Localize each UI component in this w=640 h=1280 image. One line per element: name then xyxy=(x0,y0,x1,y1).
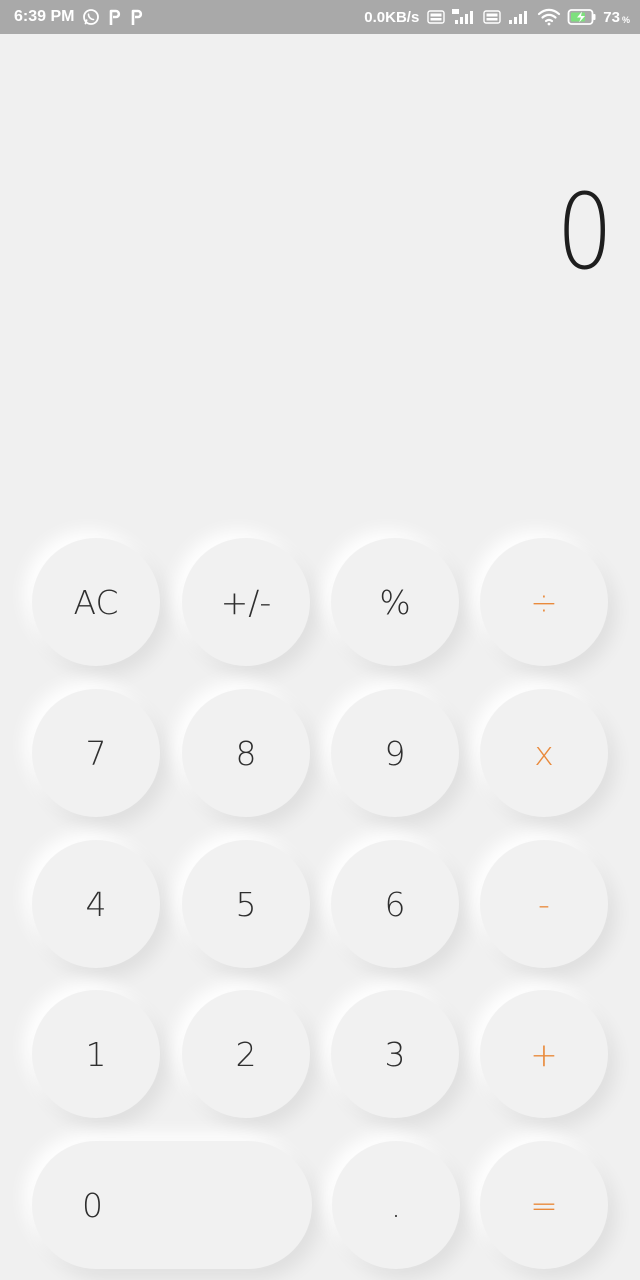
digit-9-label: 9 xyxy=(384,733,406,773)
add-button[interactable]: + xyxy=(480,990,608,1118)
equals-button[interactable]: = xyxy=(480,1141,608,1269)
digit-4-button[interactable]: 4 xyxy=(32,840,160,968)
digit-1-button[interactable]: 1 xyxy=(32,990,160,1118)
digit-0-button[interactable]: 0 xyxy=(32,1141,312,1269)
toggle-sign-button[interactable]: +/- xyxy=(182,538,310,666)
status-time: 6:39 PM xyxy=(14,8,75,25)
digit-7-button[interactable]: 7 xyxy=(32,689,160,817)
signal-4g-icon xyxy=(451,8,477,26)
signal-icon xyxy=(507,8,531,26)
subtract-button-label: - xyxy=(538,884,550,924)
battery-charging-icon xyxy=(567,8,597,26)
wifi-icon xyxy=(537,8,561,26)
digit-4-label: 4 xyxy=(85,884,107,924)
divide-button-label: ÷ xyxy=(530,582,558,622)
clear-button[interactable]: AC xyxy=(32,538,160,666)
percent-button[interactable]: % xyxy=(331,538,459,666)
digit-6-label: 6 xyxy=(384,884,406,924)
clear-button-label: AC xyxy=(73,582,119,622)
percent-button-label: % xyxy=(379,582,411,622)
digit-2-label: 2 xyxy=(235,1034,257,1074)
multiply-button-label: x xyxy=(534,733,554,773)
result-display: 0 xyxy=(547,180,614,284)
digit-9-button[interactable]: 9 xyxy=(331,689,459,817)
toggle-sign-button-label: +/- xyxy=(220,582,272,622)
digit-7-label: 7 xyxy=(85,733,107,773)
digit-1-label: 1 xyxy=(85,1034,107,1074)
digit-3-button[interactable]: 3 xyxy=(331,990,459,1118)
p-app-icon xyxy=(130,8,144,26)
battery-percent: 73 xyxy=(603,8,620,26)
digit-8-label: 8 xyxy=(235,733,257,773)
multiply-button[interactable]: x xyxy=(480,689,608,817)
status-bar-left: 6:39 PM xyxy=(14,0,144,34)
subtract-button[interactable]: - xyxy=(480,840,608,968)
decimal-button[interactable]: . xyxy=(332,1141,460,1269)
status-bar: 6:39 PM 0.0KB/s 73 % xyxy=(0,0,640,34)
volte-icon xyxy=(427,10,445,24)
battery-unit: % xyxy=(621,15,630,25)
volte-icon xyxy=(483,10,501,24)
equals-button-label: = xyxy=(530,1185,558,1225)
whatsapp-icon xyxy=(82,8,100,26)
add-button-label: + xyxy=(530,1034,558,1074)
p-app-icon xyxy=(108,8,122,26)
digit-5-button[interactable]: 5 xyxy=(182,840,310,968)
digit-0-label: 0 xyxy=(82,1185,103,1225)
digit-5-label: 5 xyxy=(235,884,257,924)
network-speed: 0.0KB/s xyxy=(364,8,420,26)
display-value: 0 xyxy=(556,171,614,293)
digit-6-button[interactable]: 6 xyxy=(331,840,459,968)
decimal-button-label: . xyxy=(390,1185,402,1225)
digit-2-button[interactable]: 2 xyxy=(182,990,310,1118)
digit-8-button[interactable]: 8 xyxy=(182,689,310,817)
status-bar-right: 0.0KB/s 73 % xyxy=(364,0,630,34)
divide-button[interactable]: ÷ xyxy=(480,538,608,666)
digit-3-label: 3 xyxy=(384,1034,406,1074)
